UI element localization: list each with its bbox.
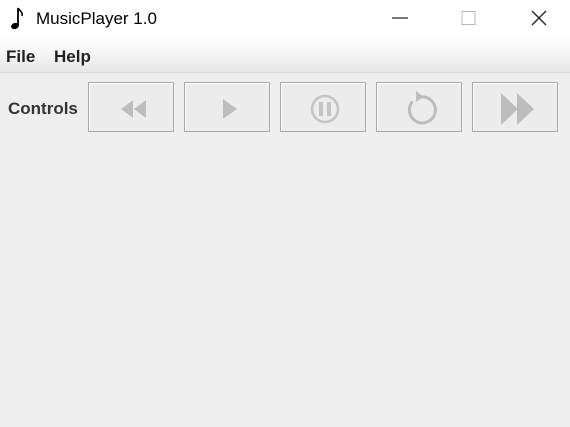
repeat-button[interactable] (376, 82, 462, 132)
minimize-button[interactable] (377, 0, 423, 36)
pause-button[interactable] (280, 82, 366, 132)
pause-icon (310, 94, 340, 124)
play-icon (223, 99, 237, 119)
play-button[interactable] (184, 82, 270, 132)
rewind-button[interactable] (88, 82, 174, 132)
minimize-icon (392, 17, 408, 19)
menu-bar: File Help (0, 36, 570, 73)
repeat-icon (407, 91, 437, 125)
close-button[interactable] (516, 0, 562, 36)
fast-forward-button[interactable] (472, 82, 558, 132)
close-icon (531, 10, 547, 26)
controls-label: Controls (8, 99, 78, 118)
maximize-button[interactable] (445, 0, 491, 36)
fast-forward-icon (501, 93, 534, 125)
menu-file[interactable]: File (6, 47, 35, 67)
title-bar: MusicPlayer 1.0 (0, 0, 570, 36)
window-title: MusicPlayer 1.0 (36, 9, 157, 28)
maximize-icon (461, 11, 476, 25)
music-note-icon (10, 6, 28, 30)
menu-help[interactable]: Help (54, 47, 91, 67)
rewind-icon (121, 100, 146, 118)
